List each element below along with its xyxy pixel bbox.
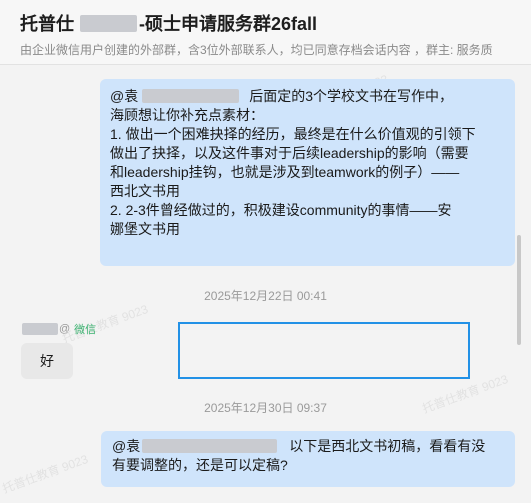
sender-name[interactable]: @ 微信 bbox=[22, 321, 96, 337]
redacted-name bbox=[22, 323, 58, 335]
message-list[interactable]: 托普仕教育 9023 托普仕教育 9023 托普仕教育 9023 托普仕教育 9… bbox=[0, 65, 531, 503]
message-line: 娜堡文书用 bbox=[110, 221, 180, 237]
wechat-tag: 微信 bbox=[74, 324, 97, 336]
message-line: 和leadership挂钩，也就是涉及到teamwork的例子）—— bbox=[110, 164, 460, 180]
chat-title[interactable]: 托普仕 -硕士申请服务群26fall bbox=[20, 11, 317, 35]
selection-box bbox=[178, 322, 470, 379]
scrollbar-thumb[interactable] bbox=[517, 235, 521, 345]
mention[interactable]: @袁 bbox=[110, 88, 138, 104]
reply-bubble[interactable]: 好 bbox=[21, 343, 73, 379]
message-first-line: @袁 以下是西北文书初稿，看看有没 bbox=[112, 437, 515, 456]
message-line: 2. 2-3件曾经做过的，积极建设community的事情——安 bbox=[110, 202, 452, 218]
chat-header: 托普仕 -硕士申请服务群26fall 由企业微信用户创建的外部群，含3位外部联系… bbox=[0, 0, 531, 65]
mention[interactable]: @袁 bbox=[112, 438, 140, 454]
message-line: 有要调整的，还是可以定稿? bbox=[112, 457, 288, 473]
title-prefix: 托普仕 bbox=[20, 14, 74, 34]
chat-subtitle: 由企业微信用户创建的外部群，含3位外部联系人，均已同意存档会话内容 ，群主: 服… bbox=[20, 43, 493, 57]
timestamp: 2025年12月30日 09:37 bbox=[204, 401, 327, 415]
redacted-name bbox=[80, 14, 137, 32]
message-first-line: @袁 后面定的3个学校文书在写作中， bbox=[110, 87, 515, 106]
sender-suffix: @ bbox=[59, 323, 71, 335]
message-line: 1. 做出一个困难抉择的经历，最终是在什么价值观的引领下 bbox=[110, 126, 476, 142]
title-suffix: -硕士申请服务群26fall bbox=[139, 14, 318, 34]
message-line: 做出了抉择，以及这件事对于后续leadership的影响（需要 bbox=[110, 145, 469, 161]
message-text: 以下是西北文书初稿，看看有没 bbox=[289, 438, 486, 454]
timestamp: 2025年12月22日 00:41 bbox=[204, 289, 327, 303]
message-bubble[interactable]: @袁 以下是西北文书初稿，看看有没 有要调整的，还是可以定稿? bbox=[101, 431, 515, 487]
redacted-name bbox=[142, 89, 240, 103]
message-line: 西北文书用 bbox=[110, 183, 180, 199]
redacted-name bbox=[142, 439, 278, 453]
message-line: 海顾想让你补充点素材： bbox=[110, 107, 264, 123]
reply-text: 好 bbox=[40, 353, 54, 369]
message-text: 后面定的3个学校文书在写作中， bbox=[249, 88, 454, 104]
watermark: 托普仕教育 9023 bbox=[0, 451, 90, 496]
scrollbar[interactable] bbox=[517, 70, 521, 490]
message-bubble[interactable]: @袁 后面定的3个学校文书在写作中， 海顾想让你补充点素材： 1. 做出一个困难抉… bbox=[100, 79, 515, 266]
